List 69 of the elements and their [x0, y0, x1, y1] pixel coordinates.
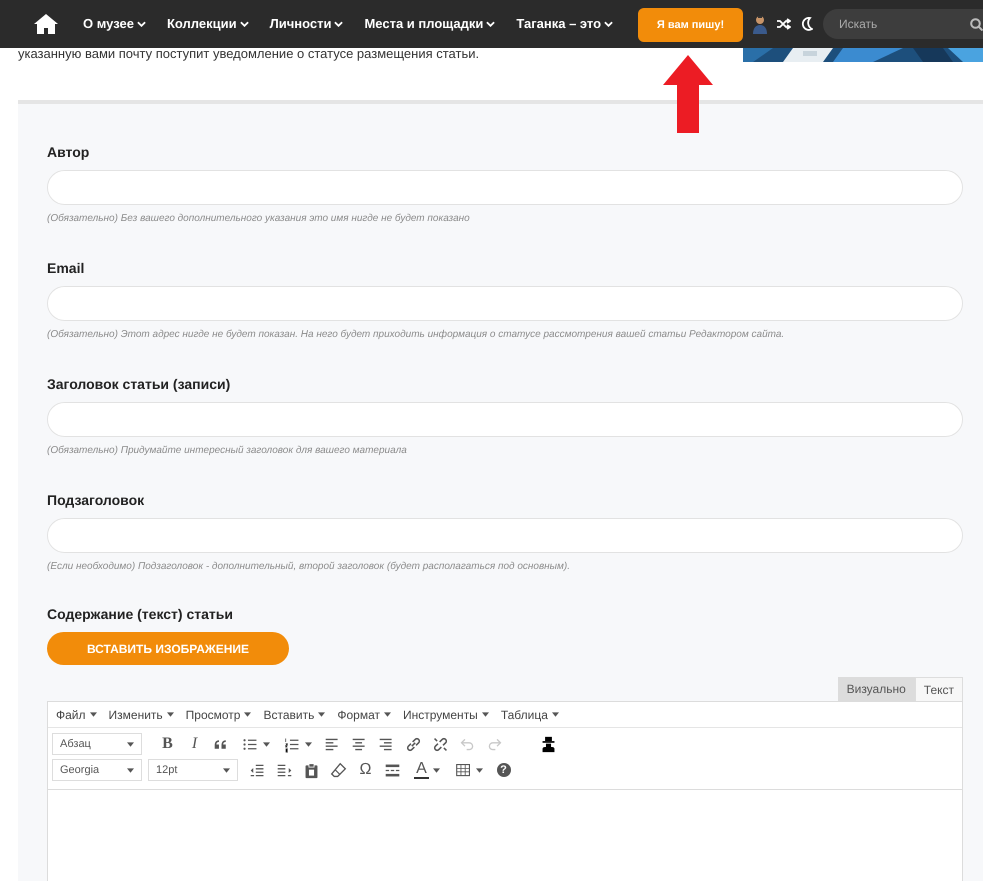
nav-menu-item[interactable]: Места и площадки — [364, 14, 496, 34]
field-hint: (Если необходимо) Подзаголовок - дополнительный, второй заголовок (будет располагаться под основным). — [47, 560, 571, 574]
chevron-down-icon — [334, 21, 344, 27]
nav-menu-item[interactable]: Личности — [270, 14, 344, 34]
nav-menu-item[interactable]: О музее — [83, 14, 146, 34]
menu-item[interactable]: Просмотр — [186, 706, 252, 724]
caret-icon — [127, 768, 134, 772]
menu-item[interactable]: Изменить — [108, 706, 174, 724]
caret-icon — [318, 712, 326, 717]
caret-icon — [127, 742, 134, 746]
search-field[interactable]: Искать — [823, 9, 983, 39]
toolbar-button[interactable]: Ω — [352, 758, 379, 782]
clipboard-icon — [303, 762, 320, 778]
avatar-icon[interactable] — [753, 14, 767, 34]
toolbar-button[interactable]: B — [154, 732, 181, 756]
field-label: Email — [47, 259, 86, 278]
caret-icon — [476, 768, 483, 772]
menu-item[interactable]: Инструменты — [402, 706, 489, 724]
chevron-down-icon — [604, 21, 614, 27]
field-label: Автор — [47, 143, 90, 162]
field-hint: (Обязательно) Без вашего дополнительного указания это имя нигде не будет показано — [47, 212, 471, 226]
caret-icon — [482, 712, 489, 717]
editor-tab[interactable]: Визуально — [838, 677, 915, 701]
caret-icon — [166, 712, 174, 717]
search-icon — [970, 18, 983, 31]
home-icon[interactable] — [34, 14, 58, 34]
field-label: Содержание (текст) статьи — [47, 605, 234, 624]
menu-item[interactable]: Файл — [56, 706, 97, 724]
input-field[interactable] — [47, 402, 963, 437]
dropdown-select[interactable]: 12pt — [148, 759, 238, 781]
eraser-icon — [330, 762, 347, 778]
figure-icon — [540, 736, 557, 752]
input-field[interactable] — [47, 518, 963, 553]
dropdown-select[interactable]: Абзац — [52, 733, 142, 755]
caret-icon — [90, 712, 97, 717]
toolbar-button[interactable]: A — [406, 758, 448, 782]
chevron-down-icon — [240, 21, 249, 27]
nav-menu-item[interactable]: Коллекции — [166, 14, 249, 34]
caret-icon — [432, 768, 440, 772]
caret-icon — [263, 742, 270, 746]
chevron-down-icon — [136, 21, 146, 27]
menu-item[interactable]: Формат — [337, 706, 391, 724]
caret-icon — [305, 742, 312, 746]
chevron-down-icon — [486, 21, 496, 27]
field-hint: (Обязательно) Придумайте интересный заголовок для вашего материала — [47, 444, 408, 458]
field-label: Подзаголовок — [47, 491, 146, 510]
shuffle-icon[interactable] — [777, 18, 791, 30]
dropdown-select[interactable]: Georgia — [52, 759, 142, 781]
horizontal-line-icon — [384, 762, 401, 778]
caret-icon — [223, 768, 230, 772]
menu-item[interactable]: Вставить — [263, 706, 326, 724]
field-hint: (Обязательно) Этот адрес нигде не будет показан. На него будет приходить информация о статусе рассмотрения вашей статьи Редактором сайта. — [47, 328, 786, 342]
editor-tab[interactable]: Текст — [914, 677, 963, 701]
input-field[interactable] — [47, 286, 963, 321]
moon-icon[interactable] — [801, 17, 813, 31]
caret-icon — [552, 712, 559, 717]
nav-menu-item[interactable]: Таганка – это — [516, 14, 614, 34]
field-label: Заголовок статьи (записи) — [47, 375, 232, 394]
input-field[interactable] — [47, 170, 963, 205]
toolbar-button[interactable]: I — [181, 732, 208, 756]
table-icon — [455, 762, 472, 778]
toolbar-button[interactable]: ? — [490, 758, 517, 782]
intro-text: указанную вами почту поступит уведомление о статусе размещения статьи. — [17, 47, 480, 62]
caret-icon — [384, 712, 391, 717]
numbered-list-icon — [284, 736, 301, 752]
menu-item[interactable]: Таблица — [500, 706, 559, 724]
link-icon — [405, 736, 422, 752]
caret-icon — [244, 712, 252, 717]
unlink-icon — [432, 736, 449, 752]
